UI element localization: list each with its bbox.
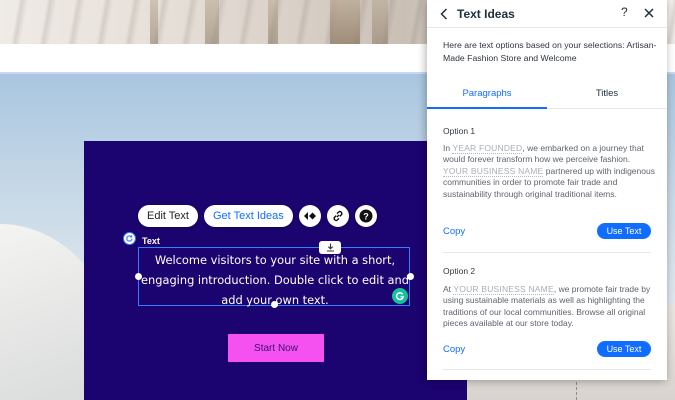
photo-fold — [268, 0, 278, 44]
grammarly-icon[interactable] — [392, 288, 408, 304]
text-placeholder: YOUR BUSINESS NAME — [443, 165, 544, 177]
link-icon[interactable] — [326, 205, 349, 227]
option-divider — [443, 369, 651, 370]
option-divider — [443, 252, 651, 253]
photo-fold — [205, 0, 219, 44]
copy-button[interactable]: Copy — [443, 226, 465, 237]
help-icon[interactable]: ? — [354, 205, 377, 227]
active-tab-indicator — [427, 107, 547, 109]
use-text-button[interactable]: Use Text — [597, 341, 651, 357]
text-segment: At — [443, 284, 454, 294]
edit-text-button[interactable]: Edit Text — [138, 205, 198, 227]
photo-fold — [330, 0, 360, 44]
copy-button[interactable]: Copy — [443, 344, 465, 355]
use-text-button[interactable]: Use Text — [597, 223, 651, 239]
text-floating-toolbar: Edit Text Get Text Ideas ? — [138, 204, 377, 228]
resize-handle-right[interactable] — [407, 273, 414, 280]
element-type-tag: Text — [142, 236, 160, 246]
panel-header: Text Ideas ? — [427, 0, 667, 28]
guide-line — [576, 382, 577, 400]
get-text-ideas-button[interactable]: Get Text Ideas — [204, 205, 293, 227]
option-text: At YOUR BUSINESS NAME, we promote fair t… — [443, 284, 655, 330]
start-now-button[interactable]: Start Now — [228, 334, 324, 362]
resize-handle-bottom[interactable] — [271, 301, 278, 308]
selected-text-element[interactable]: Welcome visitors to your site with a sho… — [135, 247, 414, 308]
panel-intro: Here are text options based on your sele… — [443, 40, 657, 63]
option-label: Option 2 — [443, 266, 476, 276]
panel-help-button[interactable]: ? — [621, 5, 628, 19]
option-label: Option 1 — [443, 126, 476, 136]
text-ideas-panel: Text Ideas ? Here are text options based… — [427, 0, 667, 380]
tab-paragraphs[interactable]: Paragraphs — [427, 78, 547, 109]
text-placeholder: YOUR BUSINESS NAME — [453, 284, 554, 295]
back-arrow-icon[interactable] — [437, 6, 451, 22]
photo-fold — [372, 0, 388, 44]
panel-tabs: Paragraphs Titles — [427, 78, 667, 109]
svg-text:?: ? — [363, 212, 369, 222]
download-icon[interactable] — [319, 241, 341, 254]
resize-handle-left[interactable] — [135, 273, 142, 280]
tab-titles[interactable]: Titles — [547, 78, 667, 109]
text-placeholder: YEAR FOUNDED — [452, 143, 523, 154]
close-icon[interactable] — [642, 5, 656, 21]
option-text: In YEAR FOUNDED, we embarked on a journe… — [443, 143, 655, 200]
animation-icon[interactable] — [298, 205, 321, 227]
panel-title: Text Ideas — [457, 7, 515, 21]
photo-fold — [150, 0, 158, 44]
rotate-handle-icon[interactable] — [123, 232, 136, 245]
